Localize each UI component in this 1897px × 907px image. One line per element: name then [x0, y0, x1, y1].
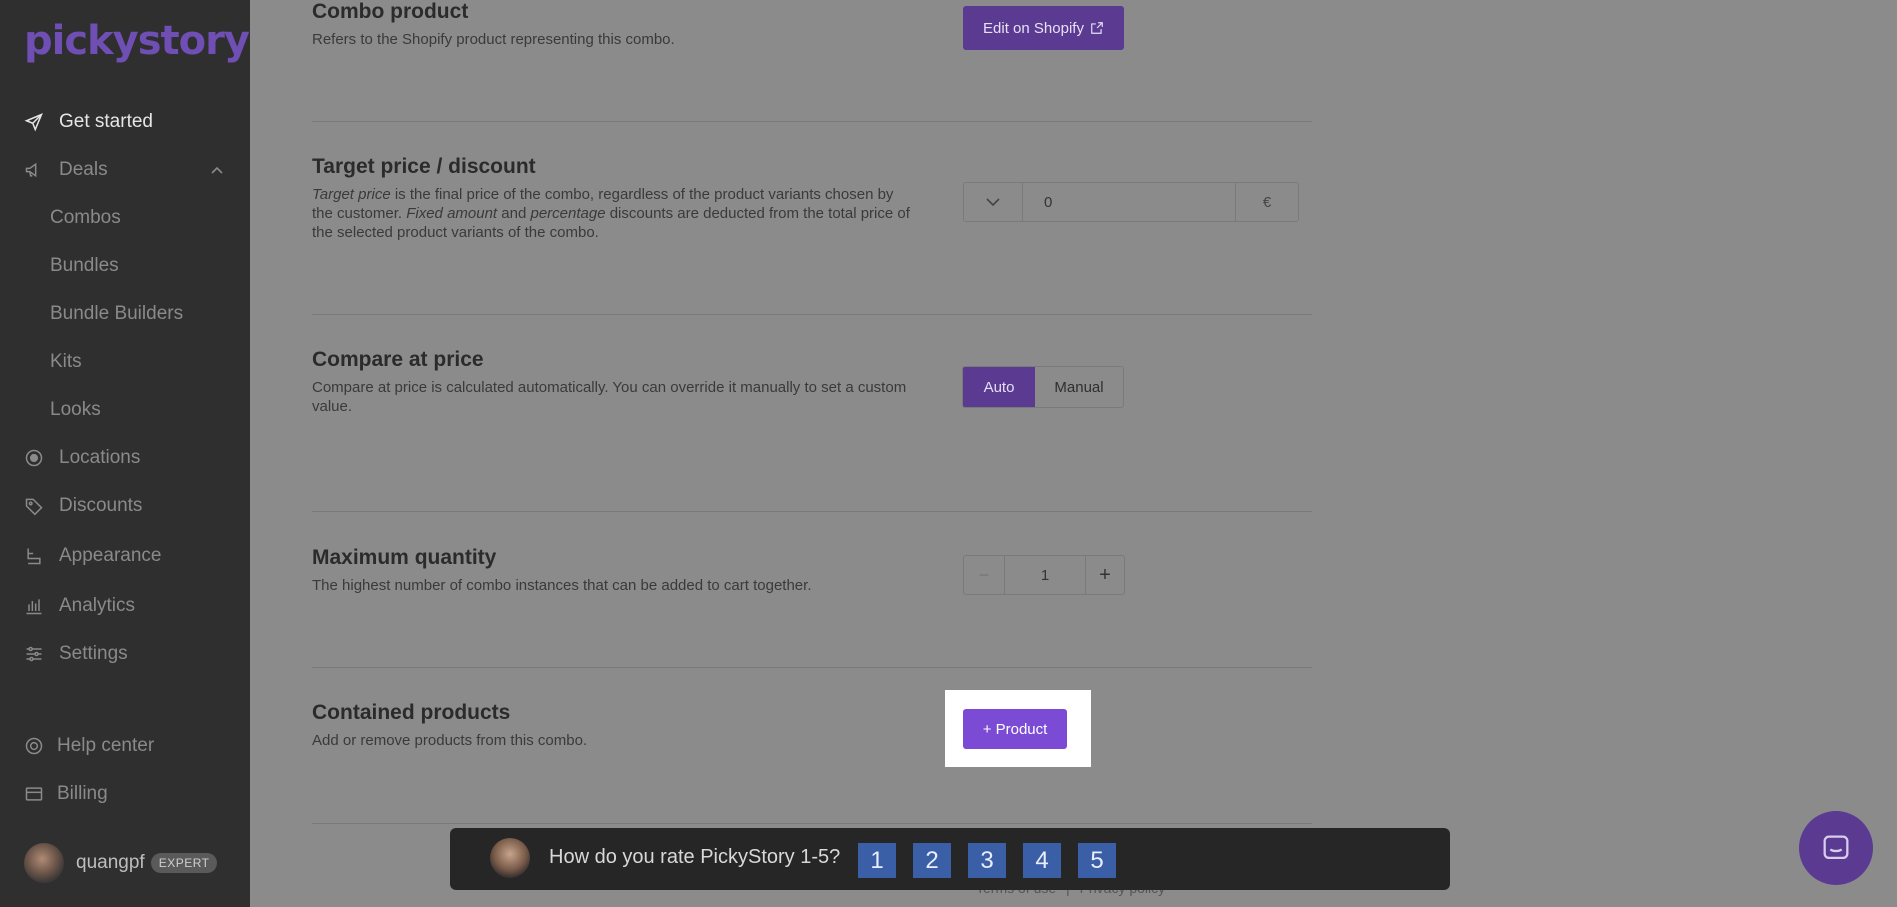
section-description: The highest number of combo instances th… — [312, 577, 812, 594]
section-title: Maximum quantity — [312, 546, 497, 569]
rating-survey-bar: How do you rate PickyStory 1-5? 1 2 3 4 … — [450, 828, 1450, 890]
user-name: quangpf — [76, 852, 145, 873]
section-contained-products: Contained products Add or remove product… — [312, 701, 1312, 750]
card-icon — [22, 782, 46, 806]
divider — [312, 667, 1312, 668]
sidebar-item-label: Analytics — [59, 595, 136, 616]
sidebar-item-deals[interactable]: Deals — [0, 150, 250, 190]
sidebar-item-label: Discounts — [59, 495, 143, 516]
chat-icon — [1819, 831, 1853, 865]
brand-logo[interactable]: pickystory — [24, 18, 250, 64]
section-title: Target price / discount — [312, 155, 536, 178]
sidebar-item-analytics[interactable]: Analytics — [0, 586, 250, 626]
target-price-field: 0 € — [963, 182, 1299, 222]
lifebuoy-icon — [22, 734, 46, 758]
increment-button[interactable]: + — [1085, 556, 1124, 594]
section-combo-product: Combo product Refers to the Shopify prod… — [312, 0, 1312, 49]
section-description: Target price is the final price of the c… — [312, 186, 910, 241]
sidebar-item-help-center[interactable]: Help center — [0, 726, 250, 766]
rating-button-1[interactable]: 1 — [858, 843, 896, 878]
currency-label: € — [1235, 183, 1298, 221]
edit-on-shopify-button[interactable]: Edit on Shopify — [963, 6, 1124, 50]
sidebar-item-label: Billing — [57, 783, 108, 804]
main-content — [250, 0, 1897, 907]
auto-option[interactable]: Auto — [963, 367, 1035, 407]
sidebar-item-looks[interactable]: Looks — [0, 390, 250, 430]
sidebar-item-bundle-builders[interactable]: Bundle Builders — [0, 294, 250, 334]
section-description: Add or remove products from this combo. — [312, 732, 588, 749]
divider — [312, 121, 1312, 122]
rating-button-2[interactable]: 2 — [913, 843, 951, 878]
avatar — [490, 838, 530, 878]
decrement-button[interactable]: − — [964, 556, 1005, 594]
compare-price-toggle: Auto Manual — [962, 366, 1124, 408]
chat-launcher-button[interactable] — [1799, 811, 1873, 885]
section-description: Compare at price is calculated automatic… — [312, 379, 907, 415]
chevron-down-icon — [985, 197, 1001, 207]
sidebar-item-label: Settings — [59, 643, 128, 664]
rating-button-5[interactable]: 5 — [1078, 843, 1116, 878]
section-title: Contained products — [312, 701, 511, 724]
divider — [312, 511, 1312, 512]
sidebar-item-label: Get started — [59, 111, 153, 132]
quantity-input[interactable]: 1 — [1005, 556, 1085, 594]
sidebar-item-bundles[interactable]: Bundles — [0, 246, 250, 286]
manual-option[interactable]: Manual — [1035, 367, 1123, 407]
target-price-input[interactable]: 0 — [1024, 183, 1254, 221]
section-title: Combo product — [312, 0, 469, 23]
send-icon — [22, 110, 46, 134]
sidebar-item-label: Locations — [59, 447, 141, 468]
tag-icon — [22, 494, 46, 518]
sidebar: pickystory Get started Deals Combos Bund… — [0, 0, 250, 907]
rating-button-4[interactable]: 4 — [1023, 843, 1061, 878]
survey-question: How do you rate PickyStory 1-5? — [549, 846, 841, 868]
add-product-button[interactable]: + Product — [963, 709, 1067, 749]
sidebar-item-appearance[interactable]: Appearance — [0, 536, 250, 576]
quantity-stepper: − 1 + — [963, 555, 1125, 595]
divider — [312, 314, 1312, 315]
sidebar-item-combos[interactable]: Combos — [0, 198, 250, 238]
bar-chart-icon — [22, 594, 46, 618]
sidebar-item-billing[interactable]: Billing — [0, 774, 250, 814]
sidebar-item-label: Deals — [59, 159, 108, 180]
avatar — [24, 843, 64, 883]
target-icon — [22, 446, 46, 470]
section-title: Compare at price — [312, 348, 484, 371]
sidebar-item-label: Bundles — [50, 255, 119, 276]
external-link-icon — [1090, 21, 1104, 35]
sidebar-item-label: Kits — [50, 351, 82, 372]
sliders-icon — [22, 642, 46, 666]
sidebar-item-label: Bundle Builders — [50, 303, 184, 324]
status-badge: EXPERT — [150, 853, 218, 873]
sidebar-item-label: Combos — [50, 207, 121, 228]
section-compare-at-price: Compare at price Compare at price is cal… — [312, 348, 1312, 416]
sidebar-item-settings[interactable]: Settings — [0, 634, 250, 674]
brush-icon — [22, 544, 46, 568]
section-maximum-quantity: Maximum quantity The highest number of c… — [312, 546, 1312, 595]
rating-button-3[interactable]: 3 — [968, 843, 1006, 878]
sidebar-item-locations[interactable]: Locations — [0, 438, 250, 478]
sidebar-item-label: Looks — [50, 399, 101, 420]
sidebar-item-label: Appearance — [59, 545, 162, 566]
sidebar-item-get-started[interactable]: Get started — [0, 102, 250, 142]
discount-type-dropdown[interactable] — [964, 183, 1023, 221]
sidebar-item-discounts[interactable]: Discounts — [0, 486, 250, 526]
sidebar-item-label: Help center — [57, 735, 155, 756]
megaphone-icon — [22, 158, 46, 182]
divider — [312, 823, 1312, 824]
sidebar-item-kits[interactable]: Kits — [0, 342, 250, 382]
chevron-up-icon[interactable] — [210, 162, 224, 178]
section-description: Refers to the Shopify product representi… — [312, 31, 675, 48]
button-label: Edit on Shopify — [983, 19, 1084, 37]
user-profile[interactable]: quangpf EXPERT — [24, 843, 218, 883]
